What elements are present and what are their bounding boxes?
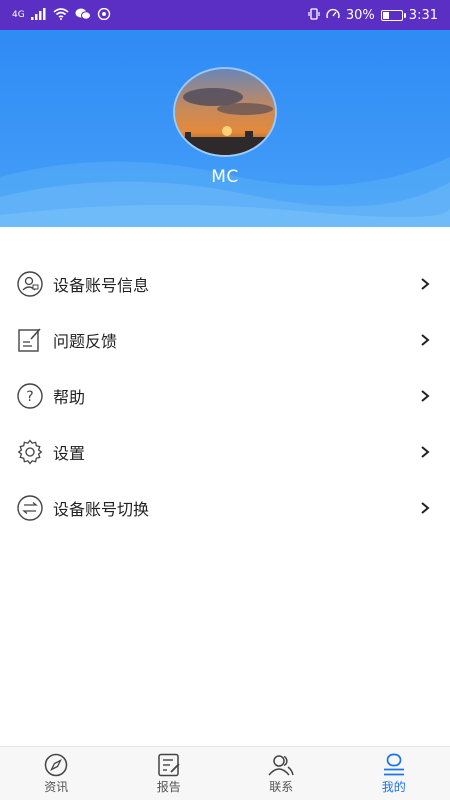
vibrate-icon [308,8,320,22]
username: MC [211,167,239,187]
battery-icon [380,9,406,21]
chevron-right-icon [421,446,430,458]
status-bar: 4G 30% 3:31 [0,0,450,30]
bottom-nav: 资讯 报告 联系 我的 [0,746,450,800]
tab-news[interactable]: 资讯 [0,747,113,800]
gear-icon [17,439,43,465]
clock: 3:31 [408,7,438,23]
help-icon: ? [17,383,43,409]
battery-percent: 30% [345,7,375,23]
chevron-right-icon [421,502,430,514]
svg-text:?: ? [26,389,33,405]
tab-contacts[interactable]: 联系 [225,747,338,800]
menu-item-label: 问题反馈 [53,332,118,351]
app-notification-icon [97,7,111,22]
contacts-icon [268,754,294,775]
menu-item-feedback[interactable]: 问题反馈 [0,312,450,368]
menu-item-label: 设备账号切换 [53,500,150,519]
tab-label: 我的 [381,779,406,794]
chevron-right-icon [421,334,430,346]
tab-mine[interactable]: 我的 [338,747,450,800]
account-info-icon [17,271,43,297]
menu-item-switch-account[interactable]: 设备账号切换 [0,480,450,536]
tab-label: 联系 [269,779,294,794]
menu-item-label: 设备账号信息 [53,276,150,295]
tab-report[interactable]: 报告 [113,747,226,800]
network-type: 4G [12,9,25,20]
menu-item-settings[interactable]: 设置 [0,424,450,480]
profile-header: MC [0,30,450,227]
menu-item-help[interactable]: ? 帮助 [0,368,450,424]
menu-item-label: 设置 [53,444,86,463]
report-icon [158,753,180,776]
feedback-icon [17,327,43,353]
speed-icon [326,8,340,22]
wechat-icon [75,8,91,22]
compass-icon [45,753,68,776]
tab-label: 资讯 [44,779,69,794]
menu-item-account-info[interactable]: 设备账号信息 [0,256,450,312]
chevron-right-icon [421,278,430,290]
sunset-avatar-image [175,69,275,155]
status-right: 30% 3:31 [308,8,438,23]
chevron-right-icon [421,390,430,402]
signal-icon [30,8,47,22]
tab-label: 报告 [156,779,181,794]
avatar[interactable] [173,67,277,157]
switch-icon [17,495,43,521]
status-left: 4G [12,7,111,22]
menu-item-label: 帮助 [53,388,86,407]
profile-icon [383,753,404,775]
wifi-icon [53,8,69,22]
settings-menu: 设备账号信息 问题反馈 ? 帮助 设置 设备账号切换 [0,256,450,536]
